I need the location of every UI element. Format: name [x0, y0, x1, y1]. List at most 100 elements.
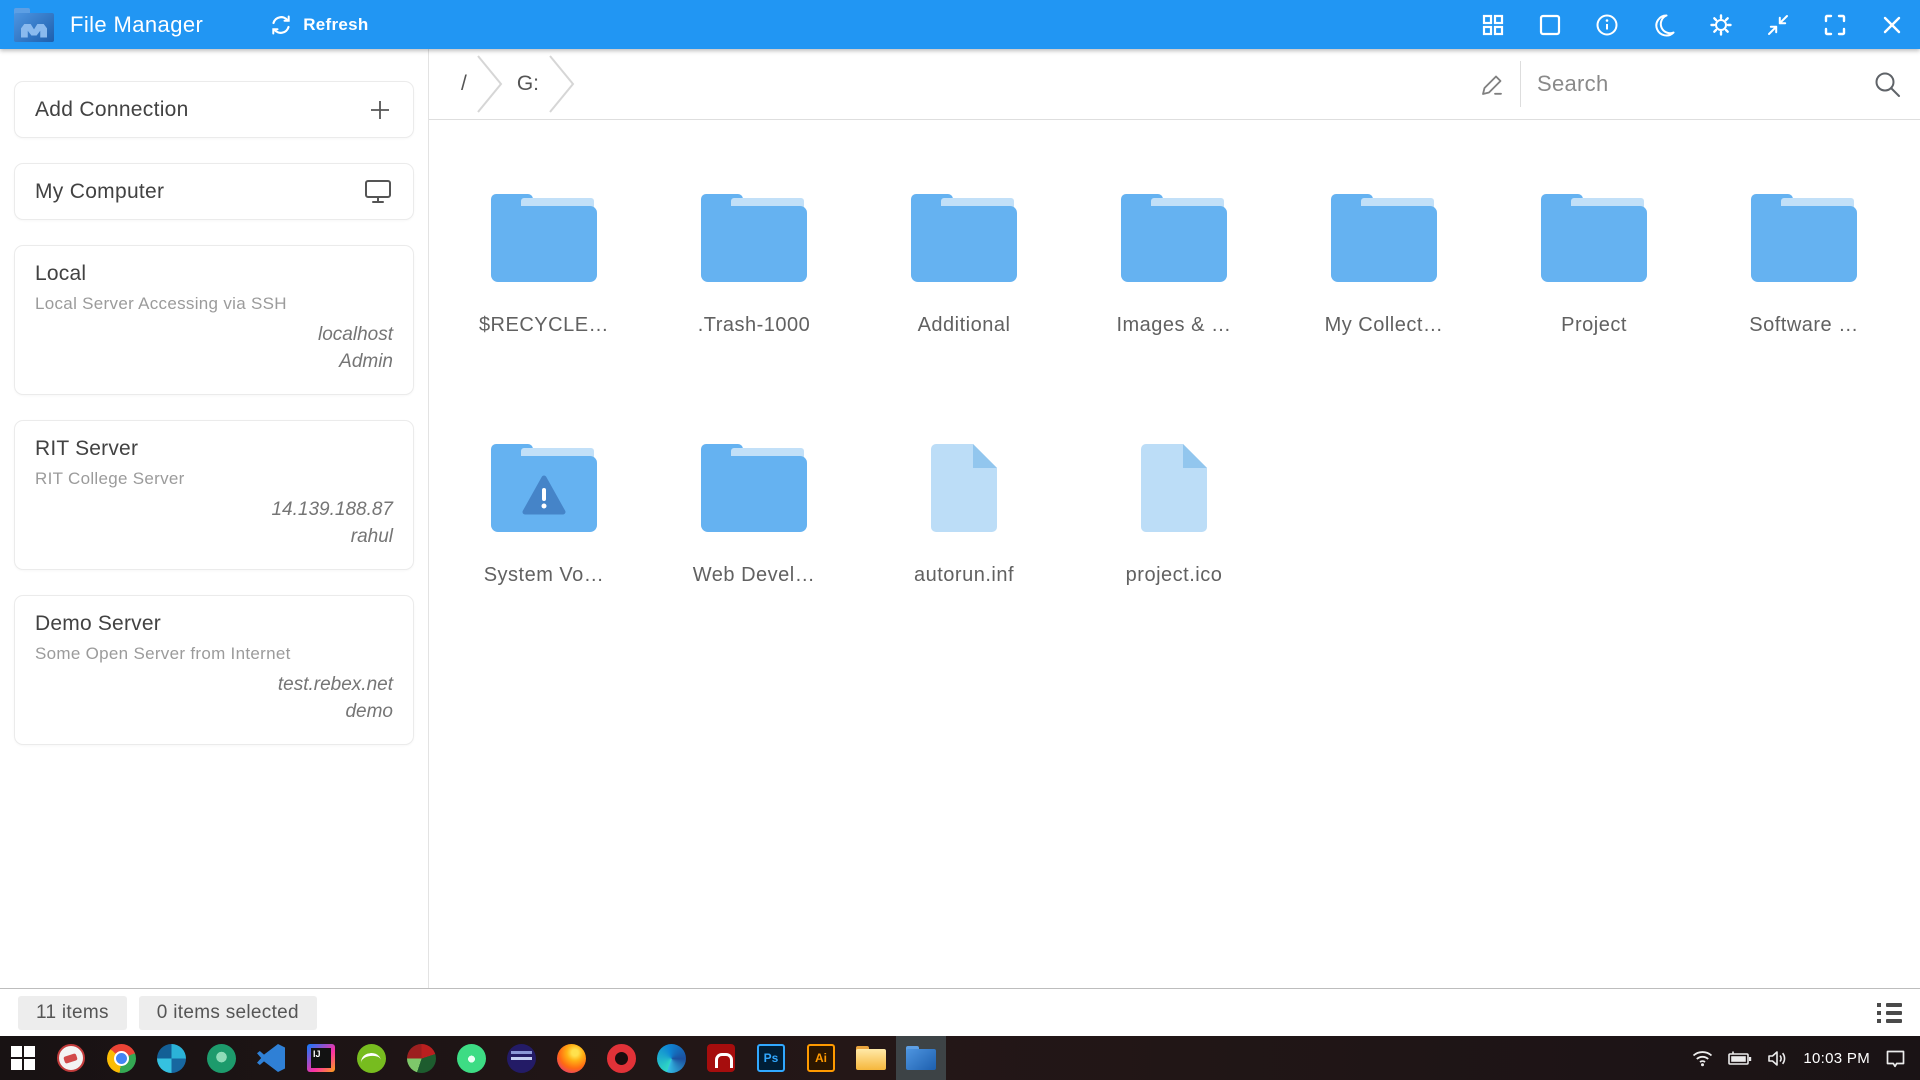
taskbar-clock[interactable]: 10:03 PM	[1803, 1050, 1870, 1067]
search-icon	[1872, 69, 1902, 99]
folder-icon	[1541, 194, 1647, 282]
file-tile[interactable]: .Trash-1000	[698, 194, 811, 337]
titlebar: File Manager Refresh	[0, 0, 1920, 49]
gitkraken-icon	[207, 1044, 236, 1073]
battery-icon[interactable]	[1728, 1050, 1752, 1066]
taskbar-android-studio[interactable]	[446, 1036, 496, 1080]
file-tile[interactable]: autorun.inf	[914, 444, 1014, 587]
file-tile[interactable]: System Vo…	[484, 444, 605, 587]
dark-mode-icon[interactable]	[1652, 13, 1676, 37]
file-name: autorun.inf	[914, 564, 1014, 587]
file-name: Software …	[1749, 314, 1858, 337]
windows-taskbar: IJ Ps Ai	[0, 1036, 1920, 1080]
compress-window-icon[interactable]	[1766, 13, 1790, 37]
connection-list: Local Local Server Accessing via SSH loc…	[14, 245, 414, 745]
search-box	[1537, 69, 1902, 99]
taskbar-firefox[interactable]	[546, 1036, 596, 1080]
file-tile[interactable]: $RECYCLE…	[479, 194, 609, 337]
warning-icon	[521, 474, 567, 516]
taskbar-illustrator[interactable]: Ai	[796, 1036, 846, 1080]
list-view-icon[interactable]	[1877, 1003, 1902, 1023]
folder-icon	[701, 444, 807, 532]
taskbar-spring[interactable]	[346, 1036, 396, 1080]
app-logo-icon	[14, 8, 54, 42]
taskbar-photoshop[interactable]: Ps	[746, 1036, 796, 1080]
folder-icon	[491, 194, 597, 282]
file-name: Images & …	[1116, 314, 1231, 337]
vscode-icon	[257, 1044, 285, 1072]
taskbar-edge[interactable]	[646, 1036, 696, 1080]
intellij-icon: IJ	[307, 1044, 335, 1072]
notifications-icon[interactable]	[1885, 1049, 1906, 1068]
eclipse-icon	[507, 1044, 536, 1073]
connection-user: Admin	[35, 349, 393, 376]
volume-icon[interactable]	[1767, 1050, 1788, 1067]
windows-logo-icon	[11, 1046, 35, 1070]
close-icon[interactable]	[1880, 13, 1904, 37]
spring-icon	[357, 1044, 386, 1073]
file-tile[interactable]: Web Devel…	[693, 444, 815, 587]
file-tile[interactable]: Images & …	[1116, 194, 1231, 337]
connection-description: RIT College Server	[35, 469, 393, 489]
connection-card[interactable]: Local Local Server Accessing via SSH loc…	[14, 245, 414, 395]
android-studio-icon	[457, 1044, 486, 1073]
illustrator-icon: Ai	[807, 1044, 835, 1072]
taskbar-blue-circle-app[interactable]	[146, 1036, 196, 1080]
taskbar-screentogif[interactable]	[46, 1036, 96, 1080]
selected-count-badge: 0 items selected	[139, 996, 317, 1030]
search-button[interactable]	[1872, 69, 1902, 99]
file-tile[interactable]: project.ico	[1126, 444, 1223, 587]
my-computer-button[interactable]: My Computer	[14, 163, 414, 220]
connection-name: RIT Server	[35, 437, 393, 461]
firefox-icon	[557, 1044, 586, 1073]
blue-circle-app-icon	[157, 1044, 186, 1073]
file-tile[interactable]: Project	[1541, 194, 1647, 337]
app-title: File Manager	[70, 12, 203, 38]
fullscreen-icon[interactable]	[1823, 13, 1847, 37]
connection-user: rahul	[35, 524, 393, 551]
taskbar-intellij[interactable]: IJ	[296, 1036, 346, 1080]
taskbar-chrome[interactable]	[96, 1036, 146, 1080]
connection-name: Demo Server	[35, 612, 393, 636]
settings-gear-icon[interactable]	[1709, 13, 1733, 37]
info-icon[interactable]	[1595, 13, 1619, 37]
file-manager-icon	[906, 1046, 936, 1070]
titlebar-actions	[1481, 13, 1920, 37]
taskbar-gitkraken[interactable]	[196, 1036, 246, 1080]
plus-icon	[367, 97, 393, 123]
edit-path-button[interactable]	[1479, 71, 1506, 98]
connection-card[interactable]: RIT Server RIT College Server 14.139.188…	[14, 420, 414, 570]
file-tile[interactable]: Additional	[911, 194, 1017, 337]
items-count-badge: 11 items	[18, 996, 127, 1030]
opera-icon	[607, 1044, 636, 1073]
file-name: System Vo…	[484, 564, 605, 587]
single-view-icon[interactable]	[1538, 13, 1562, 37]
start-button[interactable]	[0, 1036, 46, 1080]
breadcrumb-segment[interactable]: /	[451, 72, 473, 96]
folder-icon	[1331, 194, 1437, 282]
add-connection-button[interactable]: Add Connection	[14, 81, 414, 138]
my-computer-label: My Computer	[35, 180, 164, 204]
grid-view-icon[interactable]	[1481, 13, 1505, 37]
folder-icon	[1121, 194, 1227, 282]
refresh-button[interactable]: Refresh	[269, 13, 368, 37]
taskbar-red-green-app[interactable]	[396, 1036, 446, 1080]
taskbar-file-explorer[interactable]	[846, 1036, 896, 1080]
file-tile[interactable]: My Collect…	[1325, 194, 1444, 337]
connection-host: localhost	[35, 322, 393, 349]
taskbar-vscode[interactable]	[246, 1036, 296, 1080]
taskbar-eclipse[interactable]	[496, 1036, 546, 1080]
folder-icon	[911, 194, 1017, 282]
file-tile[interactable]: Software …	[1749, 194, 1858, 337]
wifi-icon[interactable]	[1692, 1050, 1713, 1067]
breadcrumb-segment[interactable]: G:	[507, 72, 545, 96]
connection-card[interactable]: Demo Server Some Open Server from Intern…	[14, 595, 414, 745]
window-body: Add Connection My Computer Local Local S…	[0, 49, 1920, 988]
connection-description: Some Open Server from Internet	[35, 644, 393, 664]
taskbar-acrobat[interactable]	[696, 1036, 746, 1080]
taskbar-opera[interactable]	[596, 1036, 646, 1080]
file-icon	[931, 444, 997, 532]
connection-description: Local Server Accessing via SSH	[35, 294, 393, 314]
taskbar-file-manager-active[interactable]	[896, 1036, 946, 1080]
search-input[interactable]	[1537, 71, 1872, 97]
